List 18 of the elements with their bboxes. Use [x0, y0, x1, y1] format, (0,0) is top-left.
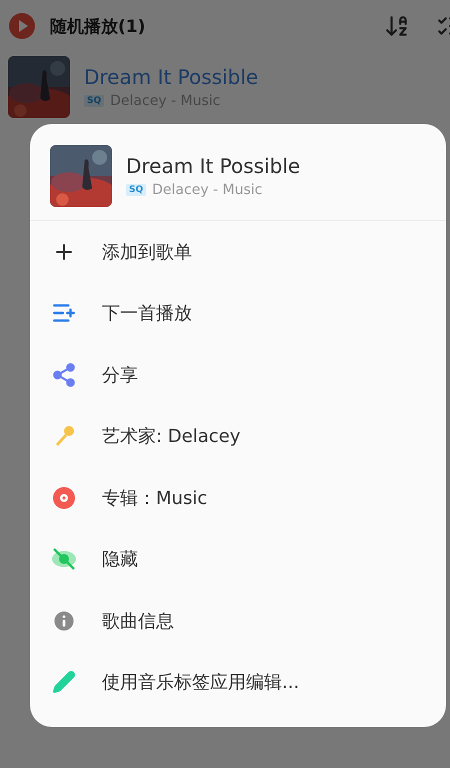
shuffle-play-title[interactable]: 随机播放(1)	[50, 14, 370, 38]
menu-item[interactable]: 分享	[102, 362, 138, 387]
song-title: Dream It Possible	[126, 154, 300, 178]
pencil-icon	[52, 670, 76, 694]
menu-item[interactable]: 艺术家: Delacey	[102, 424, 240, 448]
disc-icon	[52, 486, 76, 510]
song-subtitle: Delacey - Music	[152, 182, 262, 198]
menu-item[interactable]: 添加到歌单	[102, 240, 192, 264]
menu-item[interactable]: 隐藏	[102, 547, 138, 572]
quality-badge: SQ	[84, 95, 104, 107]
menu-item[interactable]: 歌曲信息	[102, 608, 174, 633]
menu-item[interactable]: 专辑：Music	[102, 486, 208, 510]
quality-badge: SQ	[126, 184, 146, 196]
share-icon	[51, 362, 77, 388]
play-icon[interactable]	[8, 12, 36, 40]
eye-off-icon	[51, 547, 77, 572]
menu-item[interactable]: 下一首播放	[102, 301, 192, 326]
menu-item[interactable]: 使用音乐标签应用编辑...	[102, 670, 300, 694]
